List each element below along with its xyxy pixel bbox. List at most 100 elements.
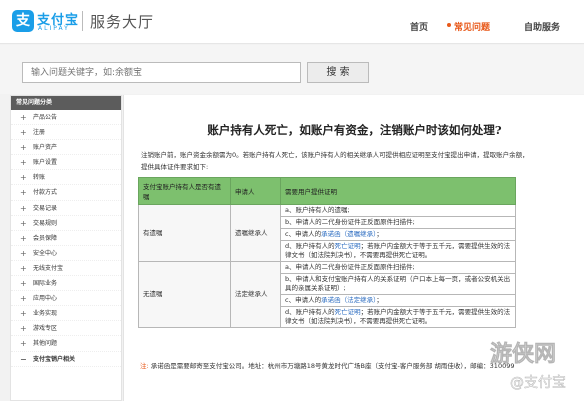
sidebar-item[interactable]: + 国际业务 — [11, 276, 121, 292]
sidebar-item-label: 其他问题 — [33, 340, 58, 348]
sidebar-item[interactable]: + 其他问题 — [11, 336, 121, 352]
expand-icon[interactable]: + — [20, 185, 27, 200]
sidebar-item-label: 账户设置 — [33, 159, 58, 167]
proof-cell: c、申请人的承诺函（法定继承）； — [280, 294, 516, 307]
proof-link[interactable]: 承诺函（遗嘱继承） — [321, 230, 376, 238]
expand-icon[interactable]: + — [20, 201, 27, 216]
expand-icon[interactable]: + — [20, 291, 27, 306]
watermark: 游侠网 @支付宝 — [490, 341, 567, 392]
sidebar-item-label: 支付宝销户相关 — [33, 355, 76, 363]
expand-icon[interactable]: + — [20, 125, 27, 140]
proof-text: b、申请人和支付宝账户持有人的关系证明（户口本上每一页，或者公安机关出具的亲属关… — [285, 275, 511, 292]
sidebar-item-label: 产品公告 — [33, 114, 58, 121]
proof-cell: d、账户持有人的死亡证明；若账户内金额大于等于五千元，需要提供生效的法律文书（如… — [280, 240, 516, 262]
nav-faq-label: 常见问题 — [454, 23, 491, 33]
sidebar-item-label: 安全中心 — [33, 249, 58, 257]
table-row: 有遗嘱 遗嘱继承人 a、账户持有人的遗嘱; — [138, 204, 516, 262]
table-row: 无遗嘱 法定继承人 a、申请人的二代身份证件正反面原件扫描件; — [138, 261, 516, 328]
sidebar-item-label: 账户资产 — [33, 144, 58, 152]
nav-home-link[interactable]: 首页 — [410, 20, 428, 33]
sidebar-item[interactable]: + 交易规则 — [11, 216, 121, 231]
sidebar-item-label: 国际业务 — [33, 280, 58, 288]
col-header-proof: 需要用户提供证明 — [280, 177, 516, 205]
watermark-site: 游侠网 — [490, 341, 556, 367]
col-header-applicant: 申请人 — [230, 177, 281, 205]
proof-text: d、账户持有人的 — [285, 242, 335, 250]
expand-icon[interactable]: + — [20, 261, 27, 276]
proof-text: a、账户持有人的遗嘱; — [285, 206, 350, 214]
proof-link[interactable]: 死亡证明 — [335, 242, 361, 250]
proof-text: c、申请人的 — [285, 296, 322, 304]
expand-icon[interactable]: + — [20, 306, 27, 321]
question-intro: 注销账户前，账户资金余额需为0。若账户持有人死亡，该账户持有人的相关继承人可提供… — [141, 151, 529, 171]
proof-cell: d、账户持有人的死亡证明；若账户内金额大于等于五千元，需要提供生效的法律文书（如… — [280, 306, 516, 328]
proof-text: c、申请人的 — [285, 230, 322, 238]
watermark-brand: @支付宝 — [510, 375, 566, 391]
sidebar-item-label: 应用中心 — [33, 295, 58, 303]
logo-text-en: ALIPAY — [38, 25, 70, 32]
sidebar-title: 常见问题分类 — [11, 96, 121, 110]
sidebar-item-label: 交易记录 — [33, 204, 58, 212]
top-header: 支 支付宝 ALIPAY 服务大厅 首页 常见问题 自助服务 — [0, 0, 584, 44]
expand-icon[interactable]: + — [20, 336, 27, 351]
collapse-icon[interactable]: − — [20, 352, 27, 367]
sidebar-item-label: 付款方式 — [33, 189, 58, 197]
proof-cell: a、账户持有人的遗嘱; — [280, 204, 516, 217]
sidebar-item[interactable]: + 账户资产 — [11, 140, 121, 156]
proof-text: d、账户持有人的 — [285, 308, 335, 316]
requirements-table: 支付宝账户持有人是否有遗嘱 申请人 需要用户提供证明 有遗嘱 遗嘱继承人 a、账户持… — [138, 177, 516, 328]
proof-cell: c、申请人的承诺函（遗嘱继承）； — [280, 228, 516, 241]
col-header-will: 支付宝账户持有人是否有遗嘱 — [138, 177, 231, 205]
sidebar-item[interactable]: + 账户设置 — [11, 155, 121, 171]
applicant-cell: 法定继承人 — [230, 261, 281, 328]
expand-icon[interactable]: + — [20, 231, 27, 246]
sidebar-item[interactable]: + 交易记录 — [11, 201, 121, 216]
expand-icon[interactable]: + — [20, 246, 27, 261]
sidebar-item[interactable]: + 安全中心 — [11, 246, 121, 261]
applicant-cell: 遗嘱继承人 — [230, 204, 281, 262]
search-button[interactable]: 搜 索 — [307, 62, 369, 83]
sidebar-item[interactable]: + 注册 — [11, 125, 121, 141]
proof-cell: b、申请人和支付宝账户持有人的关系证明（户口本上每一页，或者公安机关出具的亲属关… — [280, 273, 516, 295]
expand-icon[interactable]: + — [20, 140, 27, 155]
expand-icon[interactable]: + — [20, 321, 27, 336]
proof-text: b、申请人的二代身份证件正反面原件扫描件; — [285, 218, 415, 226]
expand-icon[interactable]: + — [20, 170, 27, 185]
note-text: 承诺函是需要邮寄至支付宝公司。地址：杭州市万塘路18号黄龙时代广场B座（支付宝-… — [150, 362, 515, 370]
sidebar-item[interactable]: + 会员保障 — [11, 231, 121, 246]
sidebar-item[interactable]: + 无线支付宝 — [11, 261, 121, 277]
nav-self-service-link[interactable]: 自助服务 — [524, 20, 560, 33]
sidebar-item[interactable]: + 付款方式 — [11, 185, 121, 201]
sidebar-item-label: 无线支付宝 — [33, 264, 64, 272]
proof-text-tail: ； — [376, 230, 383, 238]
sidebar-item[interactable]: + 业务实现 — [11, 306, 121, 322]
faq-category-sidebar: 常见问题分类 + 产品公告 + 注册 + 账户资产 + 账户设置 + 转账 + 付款方式 + 交易记录 + 交… — [10, 95, 122, 401]
proof-cell: a、申请人的二代身份证件正反面原件扫描件; — [280, 261, 516, 274]
expand-icon[interactable]: + — [20, 155, 27, 170]
proof-text: a、申请人的二代身份证件正反面原件扫描件; — [285, 263, 415, 271]
sidebar-item-label: 注册 — [33, 129, 46, 137]
sidebar-item-label: 交易规则 — [33, 219, 58, 227]
alipay-logo-icon[interactable]: 支 — [12, 10, 34, 32]
expand-icon[interactable]: + — [20, 276, 27, 291]
logo-divider — [82, 11, 83, 31]
note-label: 注: — [140, 362, 149, 370]
sidebar-item[interactable]: − 支付宝销户相关 — [11, 352, 121, 367]
proof-link[interactable]: 承诺函（法定继承） — [321, 296, 376, 304]
proof-link[interactable]: 死亡证明 — [335, 308, 361, 316]
will-cell: 无遗嘱 — [138, 261, 231, 328]
sidebar-item-label: 转账 — [33, 174, 46, 182]
sidebar-item[interactable]: + 产品公告 — [11, 110, 121, 126]
sidebar-item[interactable]: + 游戏专区 — [11, 321, 121, 337]
sidebar-item[interactable]: + 应用中心 — [11, 291, 121, 307]
sidebar-item-label: 业务实现 — [33, 310, 58, 318]
proof-cell: b、申请人的二代身份证件正反面原件扫描件; — [280, 216, 516, 229]
expand-icon[interactable]: + — [20, 110, 27, 125]
sidebar-item[interactable]: + 转账 — [11, 170, 121, 186]
mailing-note: 注: 承诺函是需要邮寄至支付宝公司。地址：杭州市万塘路18号黄龙时代广场B座（支… — [140, 361, 520, 372]
proof-text-tail: ； — [376, 296, 383, 304]
question-title: 账户持有人死亡，如账户有资金，注销账户时该如何处理? — [207, 123, 502, 137]
nav-faq-link[interactable]: 常见问题 — [445, 20, 490, 33]
search-input[interactable] — [22, 62, 301, 83]
expand-icon[interactable]: + — [20, 216, 27, 231]
